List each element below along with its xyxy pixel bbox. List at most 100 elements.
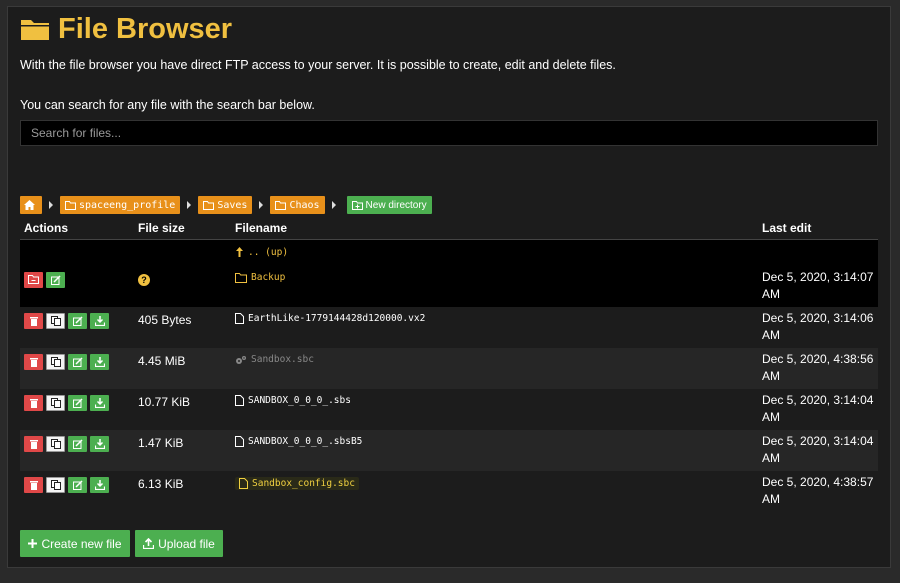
copy-button[interactable] <box>46 312 65 329</box>
last-edit: Dec 5, 2020, 3:14:04 AM <box>762 433 874 465</box>
copy-button[interactable] <box>46 353 65 370</box>
new-directory-button[interactable]: New directory <box>346 196 432 214</box>
download-button[interactable] <box>90 353 109 370</box>
trash-icon <box>29 357 38 367</box>
folder-icon <box>235 272 247 283</box>
filename-link[interactable]: SANDBOX_0_0_0_.sbsB5 <box>235 435 363 447</box>
copy-button[interactable] <box>46 394 65 411</box>
edit-icon <box>72 438 83 449</box>
last-edit: Dec 5, 2020, 3:14:06 AM <box>762 310 874 342</box>
filename-text: EarthLike-1779144428d120000.vx2 <box>248 312 426 324</box>
copy-icon <box>50 397 61 408</box>
file-size: 1.47 KiB <box>138 435 184 450</box>
edit-icon <box>50 274 61 285</box>
filename-link[interactable]: Backup <box>235 272 285 283</box>
breadcrumb-item-chaos[interactable]: Chaos <box>270 196 325 214</box>
table-row[interactable]: 1.47 KiB SANDBOX_0_0_0_.sbsB5 Dec 5, 202… <box>20 429 878 471</box>
up-directory-link[interactable]: .. (up) <box>235 247 288 258</box>
header-filename[interactable]: Filename <box>231 217 758 240</box>
last-edit: Dec 5, 2020, 4:38:56 AM <box>762 351 874 383</box>
breadcrumb-label: Chaos <box>289 199 320 211</box>
download-button[interactable] <box>90 476 109 493</box>
table-row-up[interactable]: .. (up) <box>20 239 878 266</box>
new-directory-label: New directory <box>365 199 427 211</box>
folder-delete-icon <box>28 275 39 284</box>
download-icon <box>94 479 105 490</box>
unknown-size-icon: ? <box>138 273 150 286</box>
plus-icon <box>28 539 38 548</box>
page-title: File Browser <box>20 9 232 49</box>
copy-button[interactable] <box>46 435 65 452</box>
table-row[interactable]: 6.13 KiB Sandbox_config.sbc Dec 5, 2020,… <box>20 470 878 512</box>
delete-button[interactable] <box>24 353 43 370</box>
file-table: Actions File size Filename Last edit .. … <box>20 217 878 512</box>
edit-icon <box>72 397 83 408</box>
delete-folder-button[interactable] <box>24 271 43 288</box>
edit-button[interactable] <box>68 394 87 411</box>
filename-text: Sandbox.sbc <box>251 354 314 365</box>
table-row[interactable]: 4.45 MiB Sandbox.sbc Dec 5, 2020, 4:38:5… <box>20 347 878 389</box>
download-icon <box>94 315 105 326</box>
copy-icon <box>50 479 61 490</box>
create-new-file-button[interactable]: Create new file <box>20 530 130 557</box>
file-icon <box>235 312 244 324</box>
download-button[interactable] <box>90 312 109 329</box>
breadcrumb-separator-icon <box>49 201 53 209</box>
file-icon <box>235 394 244 406</box>
filename-link[interactable]: Sandbox_config.sbc <box>235 476 359 490</box>
filename-text: Sandbox_config.sbc <box>252 477 355 489</box>
folder-icon <box>65 200 76 210</box>
table-row[interactable]: 10.77 KiB SANDBOX_0_0_0_.sbs Dec 5, 2020… <box>20 388 878 430</box>
edit-icon <box>72 479 83 490</box>
edit-icon <box>72 315 83 326</box>
file-browser-panel: File Browser With the file browser you h… <box>7 6 891 568</box>
delete-button[interactable] <box>24 394 43 411</box>
trash-icon <box>29 480 38 490</box>
page-title-text: File Browser <box>58 12 233 45</box>
filename-link[interactable]: Sandbox.sbc <box>235 354 314 365</box>
last-edit: Dec 5, 2020, 4:38:57 AM <box>762 474 874 506</box>
download-icon <box>94 397 105 408</box>
edit-button[interactable] <box>68 353 87 370</box>
copy-button[interactable] <box>46 476 65 493</box>
breadcrumb-item-saves[interactable]: Saves <box>198 196 253 214</box>
breadcrumb-item-profile[interactable]: spaceeng_profile <box>60 196 181 214</box>
delete-button[interactable] <box>24 476 43 493</box>
breadcrumb-separator-icon <box>259 201 264 209</box>
download-icon <box>94 438 105 449</box>
download-button[interactable] <box>90 394 109 411</box>
copy-icon <box>50 438 61 449</box>
upload-icon <box>143 538 155 549</box>
description-search: You can search for any file with the sea… <box>20 98 315 112</box>
header-actions: Actions <box>20 217 134 240</box>
description-ftp: With the file browser you have direct FT… <box>20 58 616 72</box>
file-icon <box>239 477 248 489</box>
edit-button[interactable] <box>46 271 65 288</box>
edit-button[interactable] <box>68 312 87 329</box>
file-size: 6.13 KiB <box>138 476 184 491</box>
filename-text: SANDBOX_0_0_0_.sbsB5 <box>248 435 363 447</box>
breadcrumb-home[interactable] <box>20 196 42 214</box>
download-button[interactable] <box>90 435 109 452</box>
header-last-edit[interactable]: Last edit <box>758 217 878 240</box>
gears-icon <box>236 355 246 364</box>
folder-icon <box>275 200 287 210</box>
delete-button[interactable] <box>24 312 43 329</box>
header-file-size[interactable]: File size <box>134 217 231 240</box>
breadcrumb-separator-icon <box>187 201 192 209</box>
copy-icon <box>50 356 61 367</box>
file-size: 4.45 MiB <box>138 353 186 368</box>
edit-icon <box>72 356 83 367</box>
edit-button[interactable] <box>68 435 87 452</box>
edit-button[interactable] <box>68 476 87 493</box>
download-icon <box>94 356 105 367</box>
folder-plus-icon <box>351 200 363 210</box>
table-row[interactable]: ? Backup Dec 5, 2020, 3:14:07 AM <box>20 265 878 307</box>
filename-link[interactable]: EarthLike-1779144428d120000.vx2 <box>235 312 426 324</box>
search-input[interactable] <box>20 120 878 146</box>
table-row[interactable]: 405 Bytes EarthLike-1779144428d120000.vx… <box>20 306 878 348</box>
home-icon <box>24 200 35 210</box>
filename-link[interactable]: SANDBOX_0_0_0_.sbs <box>235 394 351 406</box>
upload-file-button[interactable]: Upload file <box>135 530 223 557</box>
delete-button[interactable] <box>24 435 43 452</box>
